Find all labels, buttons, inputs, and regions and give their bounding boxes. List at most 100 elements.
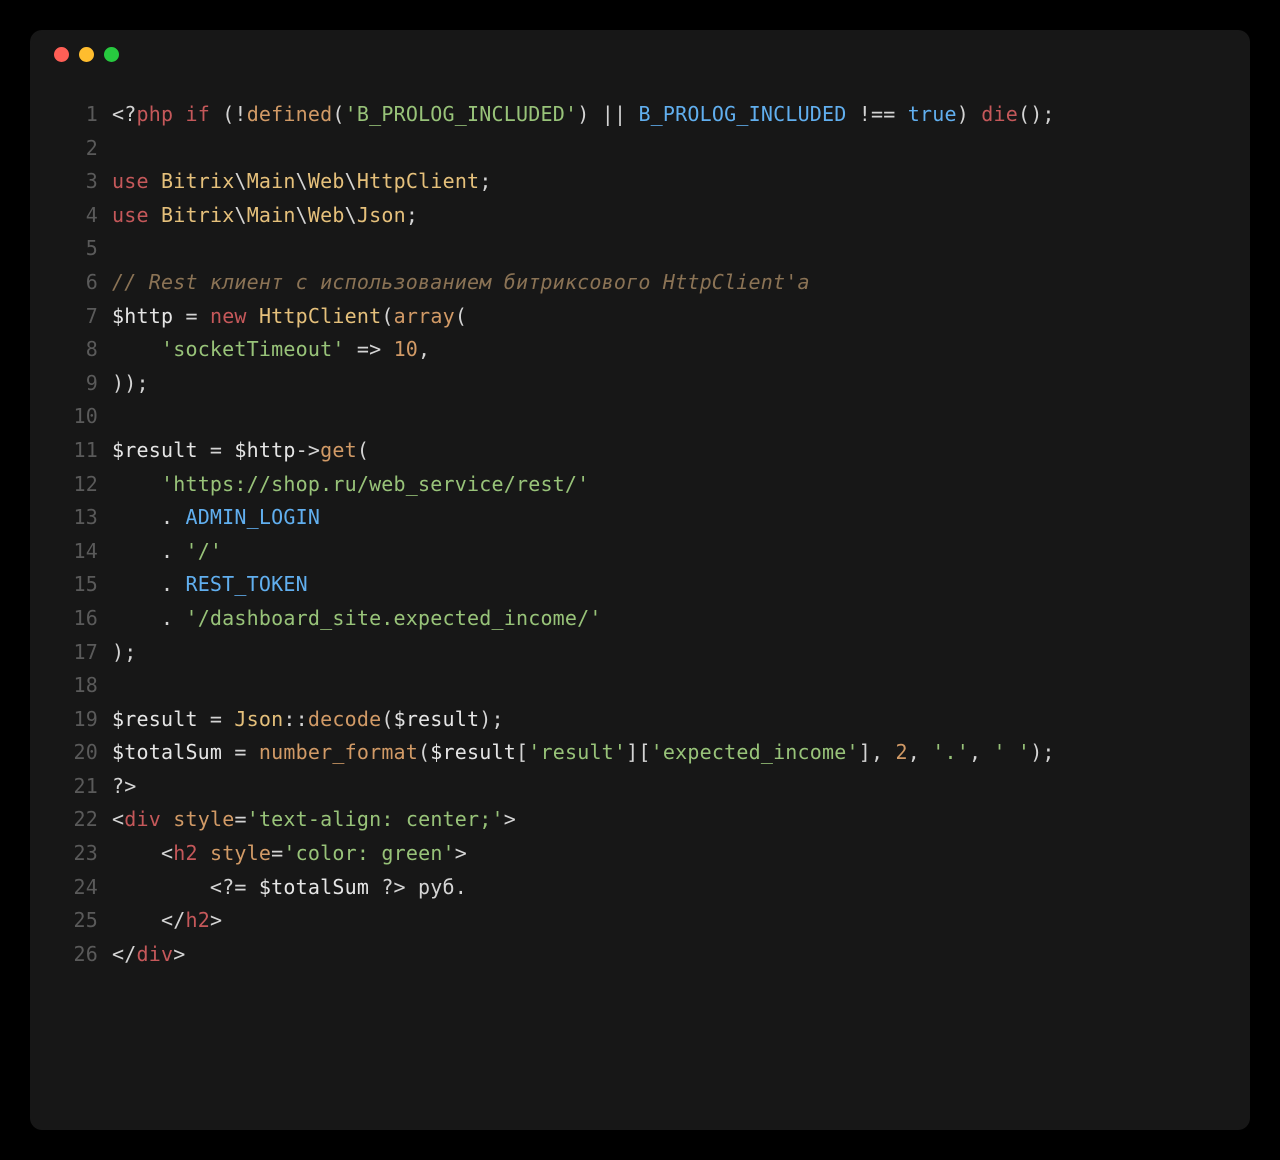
code-content[interactable]: <?php if (!defined('B_PROLOG_INCLUDED') … xyxy=(112,98,1055,132)
code-editor[interactable]: 1<?php if (!defined('B_PROLOG_INCLUDED')… xyxy=(30,78,1250,991)
code-line[interactable]: 1<?php if (!defined('B_PROLOG_INCLUDED')… xyxy=(58,98,1222,132)
code-line[interactable]: 26</div> xyxy=(58,938,1222,972)
code-content[interactable] xyxy=(112,400,124,434)
code-line[interactable]: 10 xyxy=(58,400,1222,434)
token-str: 'text-align: center;' xyxy=(247,807,504,831)
token-type: Main xyxy=(247,169,296,193)
token-punct: , xyxy=(908,740,932,764)
code-content[interactable] xyxy=(112,232,124,266)
code-content[interactable]: <div style='text-align: center;'> xyxy=(112,803,516,837)
token-punct: )); xyxy=(112,371,149,395)
code-content[interactable]: use Bitrix\Main\Web\Json; xyxy=(112,199,418,233)
token-punct: ) xyxy=(957,102,981,126)
token-fn: defined xyxy=(247,102,333,126)
code-content[interactable]: <h2 style='color: green'> xyxy=(112,837,467,871)
token-punct: = xyxy=(173,304,210,328)
line-number: 15 xyxy=(58,568,98,602)
code-content[interactable]: $http = new HttpClient(array( xyxy=(112,300,467,334)
line-number: 20 xyxy=(58,736,98,770)
code-line[interactable]: 5 xyxy=(58,232,1222,266)
token-var: $result xyxy=(394,707,480,731)
token-punct: < xyxy=(112,807,124,831)
code-content[interactable]: ?> xyxy=(112,770,136,804)
token-code: руб. xyxy=(406,875,467,899)
close-icon[interactable] xyxy=(54,47,69,62)
token-punct: \ xyxy=(345,169,357,193)
token-punct: ( xyxy=(418,740,430,764)
code-line[interactable]: 21?> xyxy=(58,770,1222,804)
code-line[interactable]: 24 <?= $totalSum ?> руб. xyxy=(58,871,1222,905)
token-punct: > xyxy=(173,942,185,966)
token-num: 10 xyxy=(394,337,418,361)
code-line[interactable]: 23 <h2 style='color: green'> xyxy=(58,837,1222,871)
token-tag: h2 xyxy=(173,841,197,865)
code-line[interactable]: 22<div style='text-align: center;'> xyxy=(58,803,1222,837)
code-line[interactable]: 25 </h2> xyxy=(58,904,1222,938)
code-content[interactable]: use Bitrix\Main\Web\HttpClient; xyxy=(112,165,492,199)
code-content[interactable] xyxy=(112,669,124,703)
token-punct: ; xyxy=(479,169,491,193)
code-line[interactable]: 8 'socketTimeout' => 10, xyxy=(58,333,1222,367)
code-line[interactable]: 15 . REST_TOKEN xyxy=(58,568,1222,602)
token-str: 'https://shop.ru/web_service/rest/' xyxy=(161,472,589,496)
code-line[interactable]: 6// Rest клиент с использованием битрикс… xyxy=(58,266,1222,300)
code-content[interactable]: . REST_TOKEN xyxy=(112,568,308,602)
code-content[interactable]: 'socketTimeout' => 10, xyxy=(112,333,430,367)
code-content[interactable] xyxy=(112,132,124,166)
token-punct: => xyxy=(345,337,394,361)
token-php-open: ?> xyxy=(369,875,406,899)
token-type: Json xyxy=(357,203,406,227)
token-str: ' ' xyxy=(993,740,1030,764)
code-content[interactable]: )); xyxy=(112,367,149,401)
code-line[interactable]: 14 . '/' xyxy=(58,535,1222,569)
code-content[interactable]: . '/' xyxy=(112,535,222,569)
code-line[interactable]: 20 $totalSum = number_format($result['res… xyxy=(58,736,1222,770)
maximize-icon[interactable] xyxy=(104,47,119,62)
code-line[interactable]: 9)); xyxy=(58,367,1222,401)
code-line[interactable]: 2 xyxy=(58,132,1222,166)
token-punct xyxy=(173,102,185,126)
code-content[interactable]: </h2> xyxy=(112,904,222,938)
token-punct: ( xyxy=(381,304,393,328)
code-line[interactable]: 18 xyxy=(58,669,1222,703)
code-line[interactable]: 11$result = $http->get( xyxy=(58,434,1222,468)
code-line[interactable]: 4use Bitrix\Main\Web\Json; xyxy=(58,199,1222,233)
code-content[interactable]: $totalSum = number_format($result['resul… xyxy=(112,736,1055,770)
minimize-icon[interactable] xyxy=(79,47,94,62)
code-line[interactable]: 17); xyxy=(58,636,1222,670)
token-punct: \ xyxy=(296,169,308,193)
token-punct xyxy=(112,472,161,496)
token-punct xyxy=(112,337,161,361)
token-tag: h2 xyxy=(185,908,209,932)
token-var: $http xyxy=(112,304,173,328)
code-content[interactable]: . ADMIN_LOGIN xyxy=(112,501,320,535)
code-content[interactable]: 'https://shop.ru/web_service/rest/' xyxy=(112,468,589,502)
code-content[interactable]: $result = Json::decode($result); xyxy=(112,703,504,737)
code-line[interactable]: 16 . '/dashboard_site.expected_income/' xyxy=(58,602,1222,636)
code-content[interactable]: . '/dashboard_site.expected_income/' xyxy=(112,602,602,636)
token-punct: . xyxy=(112,505,185,529)
code-line[interactable]: 3use Bitrix\Main\Web\HttpClient; xyxy=(58,165,1222,199)
code-content[interactable]: <?= $totalSum ?> руб. xyxy=(112,871,467,905)
token-var: $http xyxy=(234,438,295,462)
token-fn: decode xyxy=(308,707,381,731)
line-number: 18 xyxy=(58,669,98,703)
token-var: $totalSum xyxy=(112,740,222,764)
token-punct: -> xyxy=(296,438,320,462)
code-line[interactable]: 13 . ADMIN_LOGIN xyxy=(58,501,1222,535)
token-punct: (); xyxy=(1018,102,1055,126)
code-content[interactable]: $result = $http->get( xyxy=(112,434,369,468)
code-line[interactable]: 12 'https://shop.ru/web_service/rest/' xyxy=(58,468,1222,502)
token-punct: ( xyxy=(455,304,467,328)
code-line[interactable]: 19$result = Json::decode($result); xyxy=(58,703,1222,737)
code-content[interactable]: </div> xyxy=(112,938,185,972)
token-type: Web xyxy=(308,169,345,193)
code-content[interactable]: // Rest клиент с использованием битриксо… xyxy=(112,266,810,300)
token-punct: < xyxy=(112,841,173,865)
code-content[interactable]: ); xyxy=(112,636,136,670)
token-type: Web xyxy=(308,203,345,227)
token-punct xyxy=(247,304,259,328)
code-line[interactable]: 7$http = new HttpClient(array( xyxy=(58,300,1222,334)
token-str: 'result' xyxy=(528,740,626,764)
token-punct: ][ xyxy=(626,740,650,764)
